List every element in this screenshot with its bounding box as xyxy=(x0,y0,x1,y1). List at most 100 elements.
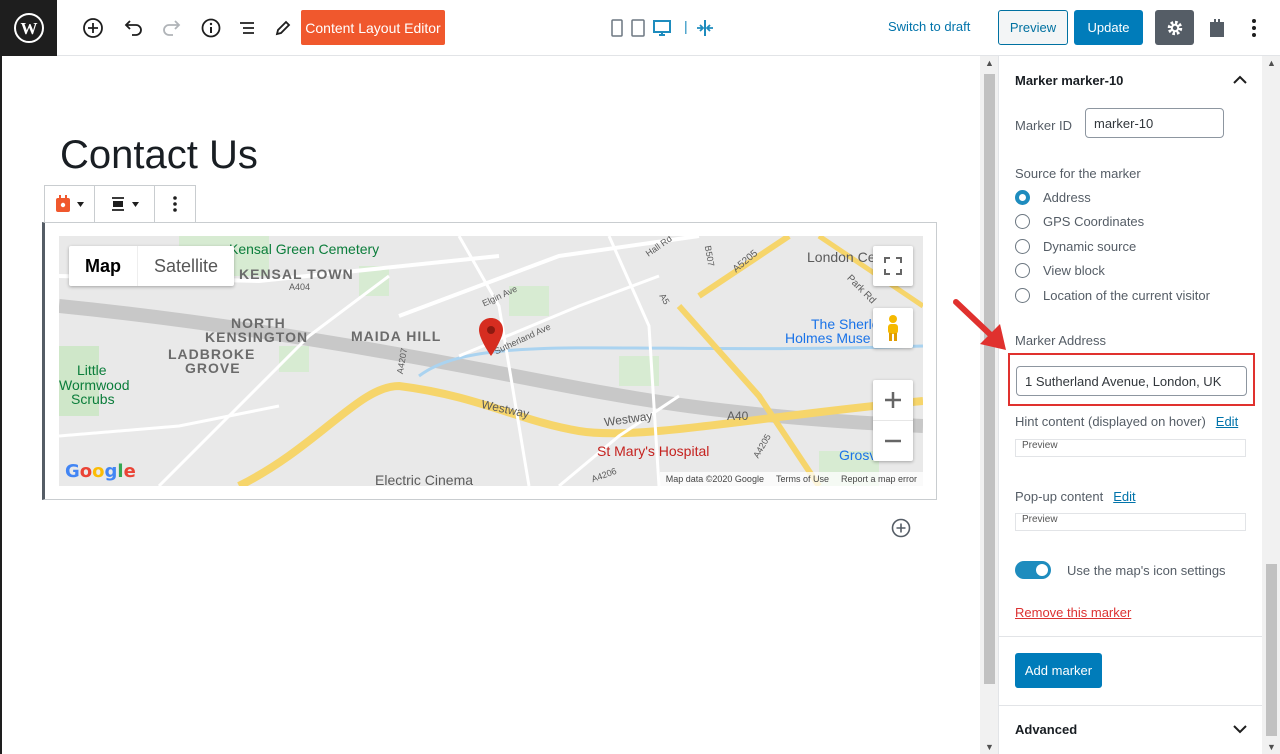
fullscreen-icon xyxy=(884,257,902,275)
marker-id-input[interactable]: marker-10 xyxy=(1085,108,1224,138)
map-label: Electric Cinema xyxy=(375,472,474,486)
map-label: London Ce xyxy=(807,249,876,265)
fullscreen-button[interactable] xyxy=(873,246,913,286)
popup-content-label: Pop-up content Edit xyxy=(1015,489,1136,504)
annotation-arrow-icon xyxy=(953,299,1006,350)
map-label: Holmes Muse xyxy=(785,330,871,346)
map-label: Little xyxy=(77,362,107,378)
more-vertical-icon xyxy=(173,196,177,212)
align-center-icon xyxy=(112,197,124,211)
radio-label: Location of the current visitor xyxy=(1043,288,1210,303)
map-type-control: Map Satellite xyxy=(69,246,235,286)
plugin-icon[interactable] xyxy=(1203,14,1231,42)
use-icon-settings-toggle[interactable] xyxy=(1015,561,1051,579)
block-toolbar xyxy=(44,185,196,223)
editor-scrollbar[interactable]: ▲ ▼ xyxy=(980,56,998,754)
map-label: A40 xyxy=(727,409,749,423)
chevron-down-icon xyxy=(132,201,139,207)
marker-id-label: Marker ID xyxy=(1015,118,1073,133)
column-layout-icon[interactable] xyxy=(691,14,719,42)
update-button[interactable]: Update xyxy=(1074,10,1143,45)
chevron-up-icon[interactable] xyxy=(1233,75,1247,84)
minus-icon xyxy=(885,439,901,442)
editor-scrollbar-thumb[interactable] xyxy=(984,74,995,684)
map-type-satellite-button[interactable]: Satellite xyxy=(137,246,234,286)
map-label: GROVE xyxy=(185,360,241,376)
redo-icon[interactable] xyxy=(158,14,186,42)
highlight-box xyxy=(1008,353,1255,406)
marker-address-label: Marker Address xyxy=(1015,333,1107,348)
terms-link[interactable]: Terms of Use xyxy=(776,474,829,484)
settings-button[interactable] xyxy=(1155,10,1194,45)
zoom-out-button[interactable] xyxy=(873,421,913,461)
map-data-text: Map data ©2020 Google xyxy=(665,474,764,484)
chevron-down-icon xyxy=(77,201,84,207)
google-map[interactable]: Kensal Green Cemetery KENSAL TOWN NORTH … xyxy=(59,236,923,486)
add-block-icon[interactable] xyxy=(79,14,107,42)
radio-selected-icon xyxy=(1015,190,1030,205)
report-map-error-link[interactable]: Report a map error xyxy=(841,474,917,484)
use-icon-settings-label: Use the map's icon settings xyxy=(1067,563,1226,578)
undo-icon[interactable] xyxy=(119,14,147,42)
source-label: Source for the marker xyxy=(1015,166,1141,181)
street-view-pegman[interactable] xyxy=(873,308,913,348)
hint-edit-link[interactable]: Edit xyxy=(1216,414,1238,429)
map-type-map-button[interactable]: Map xyxy=(69,246,137,286)
map-label: KENSAL TOWN xyxy=(239,266,354,282)
zoom-in-button[interactable] xyxy=(873,381,913,421)
marker-panel-title[interactable]: Marker marker-10 xyxy=(1015,73,1123,88)
align-dropdown[interactable] xyxy=(95,186,155,222)
map-block-icon xyxy=(56,195,70,212)
remove-marker-link[interactable]: Remove this marker xyxy=(1015,605,1131,620)
radio-label: View block xyxy=(1043,263,1105,278)
map-label: Grosv xyxy=(839,447,877,463)
map-label: A404 xyxy=(289,282,311,292)
radio-icon xyxy=(1015,239,1030,254)
block-more-options[interactable] xyxy=(155,186,195,222)
gear-icon xyxy=(1167,20,1182,35)
content-layout-editor-button[interactable]: Content Layout Editor xyxy=(301,10,445,45)
divider xyxy=(999,636,1263,637)
plus-icon xyxy=(885,392,901,408)
wordpress-icon: W xyxy=(13,13,44,43)
source-radio-dynamic[interactable]: Dynamic source xyxy=(1015,239,1136,254)
hint-content-label: Hint content (displayed on hover) Edit xyxy=(1015,414,1239,429)
edit-pencil-icon[interactable] xyxy=(269,14,297,42)
post-title[interactable]: Contact Us xyxy=(60,133,258,178)
hint-preview: Preview xyxy=(1015,439,1246,457)
sidebar-scrollbar[interactable]: ▲ ▼ xyxy=(1262,56,1280,754)
sidebar-scrollbar-thumb[interactable] xyxy=(1266,564,1277,736)
block-navigation-icon[interactable] xyxy=(233,14,261,42)
marker-pin-icon[interactable] xyxy=(479,318,503,358)
svg-text:W: W xyxy=(20,19,37,38)
more-options-icon[interactable] xyxy=(1240,14,1268,42)
popup-edit-link[interactable]: Edit xyxy=(1113,489,1135,504)
desktop-preview-icon[interactable] xyxy=(648,14,676,42)
source-radio-address[interactable]: Address xyxy=(1015,190,1091,205)
radio-icon xyxy=(1015,263,1030,278)
wordpress-logo-button[interactable]: W xyxy=(0,0,57,56)
block-type-switcher[interactable] xyxy=(45,186,95,222)
radio-icon xyxy=(1015,288,1030,303)
map-label: Scrubs xyxy=(71,391,115,407)
add-marker-button[interactable]: Add marker xyxy=(1015,653,1102,688)
pegman-icon xyxy=(888,315,898,341)
add-circle-icon xyxy=(891,518,911,538)
device-separator: | xyxy=(684,18,688,34)
advanced-panel-toggle[interactable]: Advanced xyxy=(1015,722,1077,737)
switch-to-draft-link[interactable]: Switch to draft xyxy=(888,19,970,34)
info-icon[interactable] xyxy=(197,14,225,42)
radio-icon xyxy=(1015,214,1030,229)
source-radio-visitor-location[interactable]: Location of the current visitor xyxy=(1015,288,1210,303)
chevron-down-icon[interactable] xyxy=(1233,725,1247,734)
source-radio-view-block[interactable]: View block xyxy=(1015,263,1105,278)
source-radio-gps[interactable]: GPS Coordinates xyxy=(1015,214,1144,229)
radio-label: GPS Coordinates xyxy=(1043,214,1145,229)
inline-add-block-button[interactable] xyxy=(891,518,911,543)
preview-button[interactable]: Preview xyxy=(998,10,1068,45)
map-attribution: Map data ©2020 Google Terms of Use Repor… xyxy=(659,472,923,486)
divider xyxy=(999,705,1263,706)
radio-label: Dynamic source xyxy=(1043,239,1137,254)
top-toolbar: W Content Layout Editor | Switch to draf… xyxy=(0,0,1280,56)
map-label: St Mary's Hospital xyxy=(597,443,710,459)
